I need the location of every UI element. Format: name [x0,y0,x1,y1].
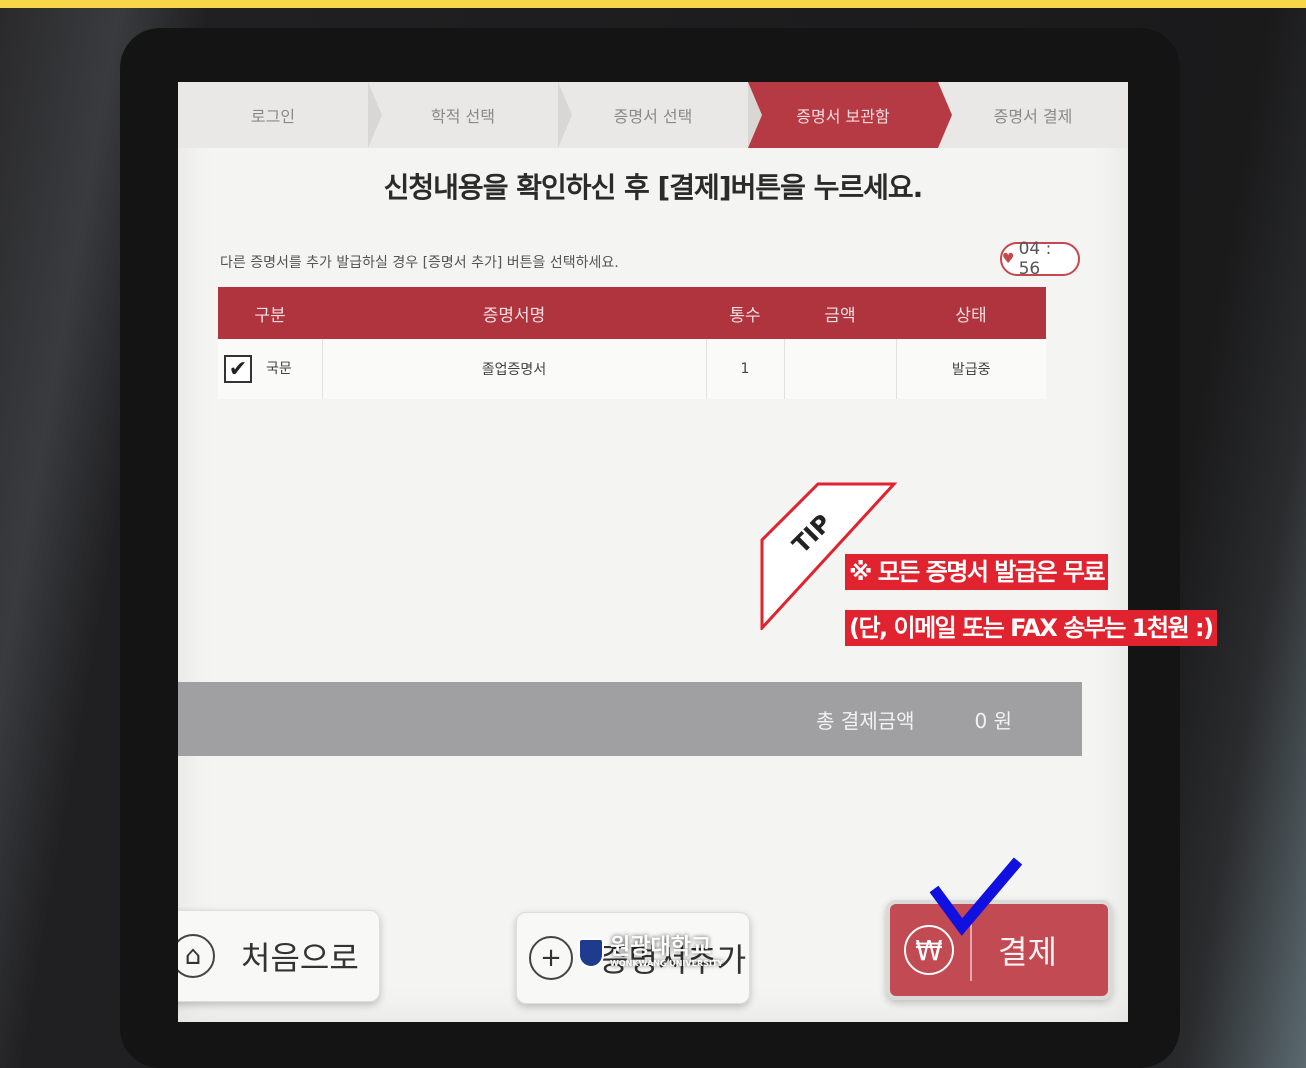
step-academic-select: 학적 선택 [368,82,572,148]
plus-icon: + [529,936,573,980]
row-count: 1 [705,339,784,399]
certificate-table: 구분 증명서명 통수 금액 상태 ✔ 국문 졸업증명서 1 발급중 [218,287,1046,399]
tip-note-free: ※ 모든 증명서 발급은 무료 [845,554,1109,590]
table-row[interactable]: ✔ 국문 졸업증명서 1 발급중 [218,339,1046,399]
step-certificate-select: 증명서 선택 [558,82,762,148]
step-progress-bar: 로그인 학적 선택 증명서 선택 증명서 보관함 증명서 결제 [178,82,1128,148]
university-watermark: 원광대학교 WONKWANG UNIVERSITY [578,937,723,968]
step-login: 로그인 [178,82,382,148]
col-type: 구분 [218,287,322,339]
checkmark-icon [929,857,1023,936]
total-payment-bar: 총 결제금액 0 원 [178,682,1082,756]
row-status: 발급중 [895,339,1046,399]
step-certificate-box: 증명서 보관함 [748,82,952,148]
col-name: 증명서명 [322,287,706,339]
col-amount: 금액 [784,287,896,339]
university-logo-icon [578,937,604,968]
watermark-eng: WONKWANG UNIVERSITY [610,959,724,968]
row-checkbox[interactable]: ✔ [224,355,252,383]
table-header-row: 구분 증명서명 통수 금액 상태 [218,287,1046,339]
row-type: 국문 [266,361,292,377]
instruction-text: 다른 증명서를 추가 발급하실 경우 [증명서 추가] 버튼을 선택하세요. [220,255,619,271]
watermark-text: 원광대학교 WONKWANG UNIVERSITY [610,935,724,969]
home-button-label: 처음으로 [241,939,359,977]
watermark-name: 원광대학교 [610,935,712,960]
home-button[interactable]: ⌂ 처음으로 [178,910,380,1002]
timer-value: 04 : 56 [1018,239,1052,279]
page-headline: 신청내용을 확인하신 후 [결제]버튼을 누르세요. [383,171,924,204]
col-status: 상태 [896,287,1046,339]
row-name: 졸업증명서 [321,339,706,399]
step-certificate-payment: 증명서 결제 [993,107,1073,126]
home-icon: ⌂ [178,934,215,978]
col-count: 통수 [706,287,784,339]
total-label: 총 결제금액 [816,708,915,733]
tip-note-fee: (단, 이메일 또는 FAX 송부는 1천원 :) [845,610,1217,646]
row-amount [783,339,896,399]
session-timer: ♥ 04 : 56 [1000,239,1080,279]
timer-icon: ♥ [1002,251,1015,267]
total-value: 0 원 [974,708,1012,733]
row-type-cell: ✔ 국문 [218,339,322,399]
